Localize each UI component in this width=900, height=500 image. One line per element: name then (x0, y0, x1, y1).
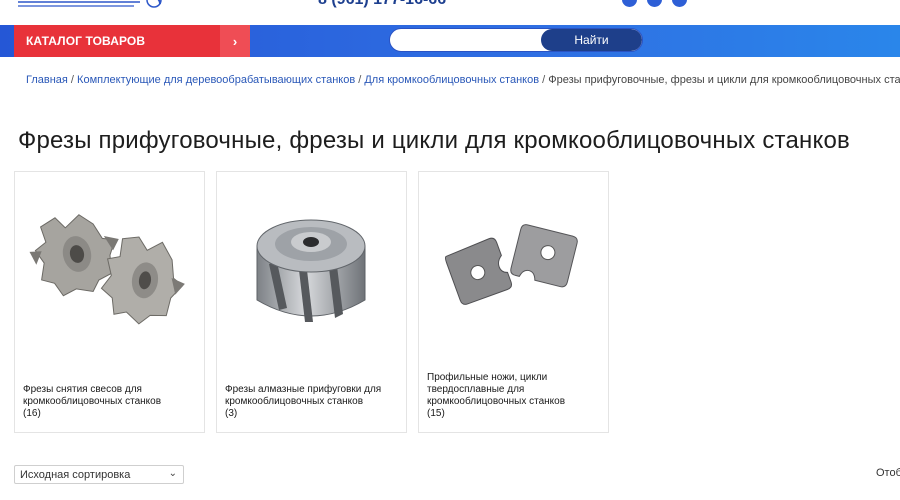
main-nav-bar: КАТАЛОГ ТОВАРОВ › Найти (0, 25, 900, 57)
category-card[interactable]: Профильные ножи, цикли твердосплавные дл… (418, 171, 609, 433)
catalog-button[interactable]: КАТАЛОГ ТОВАРОВ › (14, 25, 250, 57)
social-icons (622, 0, 687, 7)
category-name: Профильные ножи, цикли твердосплавные дл… (427, 372, 566, 407)
sort-select[interactable]: Исходная сортировка ⌄ (14, 465, 184, 484)
category-count: (3) (225, 408, 238, 419)
social-icon[interactable] (647, 0, 662, 7)
edge-trimming-cutter-image (29, 214, 185, 325)
category-name: Фрезы снятия свесов для кромкооблицовочн… (23, 384, 162, 407)
breadcrumb-link-edgebanding[interactable]: Для кромкооблицовочных станков (364, 74, 539, 86)
breadcrumb-separator: / (355, 74, 365, 86)
header-phone[interactable]: 8 (961) 177-16-66 (318, 0, 446, 9)
site-logo[interactable] (14, 0, 164, 10)
category-name: Фрезы алмазные прифуговки для кромкообли… (225, 384, 382, 407)
breadcrumb-separator: / (67, 74, 78, 86)
social-icon[interactable] (672, 0, 687, 7)
sort-selected-value: Исходная сортировка (20, 468, 131, 481)
category-count: (16) (23, 408, 41, 419)
category-grid: Фрезы снятия свесов для кромкооблицовочн… (14, 171, 609, 433)
category-caption: Фрезы снятия свесов для кромкооблицовочн… (23, 384, 194, 420)
social-icon[interactable] (622, 0, 637, 7)
category-card[interactable]: Фрезы алмазные прифуговки для кромкообли… (216, 171, 407, 433)
category-card[interactable]: Фрезы снятия свесов для кромкооблицовочн… (14, 171, 205, 433)
breadcrumb: Главная / Комплектующие для деревообраба… (26, 72, 900, 89)
catalog-button-label: КАТАЛОГ ТОВАРОВ (26, 34, 146, 48)
site-header: 8 (961) 177-16-66 (0, 0, 900, 14)
chevron-down-icon: ⌄ (168, 468, 177, 479)
page-title: Фрезы прифуговочные, фрезы и цикли для к… (18, 127, 850, 154)
results-count: Отоб (876, 467, 900, 479)
breadcrumb-link-components[interactable]: Комплектующие для деревообрабатывающих с… (77, 74, 355, 86)
search-input[interactable] (390, 29, 550, 51)
chevron-right-icon: › (220, 25, 250, 57)
carbide-scraper-knife-image (444, 224, 578, 305)
breadcrumb-current: Фрезы прифуговочные, фрезы и цикли для к… (548, 74, 900, 86)
category-caption: Фрезы алмазные прифуговки для кромкообли… (225, 384, 396, 420)
category-caption: Профильные ножи, цикли твердосплавные дл… (427, 372, 598, 420)
diamond-jointing-cutter-image (256, 219, 366, 322)
category-count: (15) (427, 408, 445, 419)
search-box: Найти (389, 28, 643, 52)
breadcrumb-separator: / (539, 74, 549, 86)
breadcrumb-link-home[interactable]: Главная (26, 74, 68, 86)
search-button[interactable]: Найти (541, 29, 642, 51)
